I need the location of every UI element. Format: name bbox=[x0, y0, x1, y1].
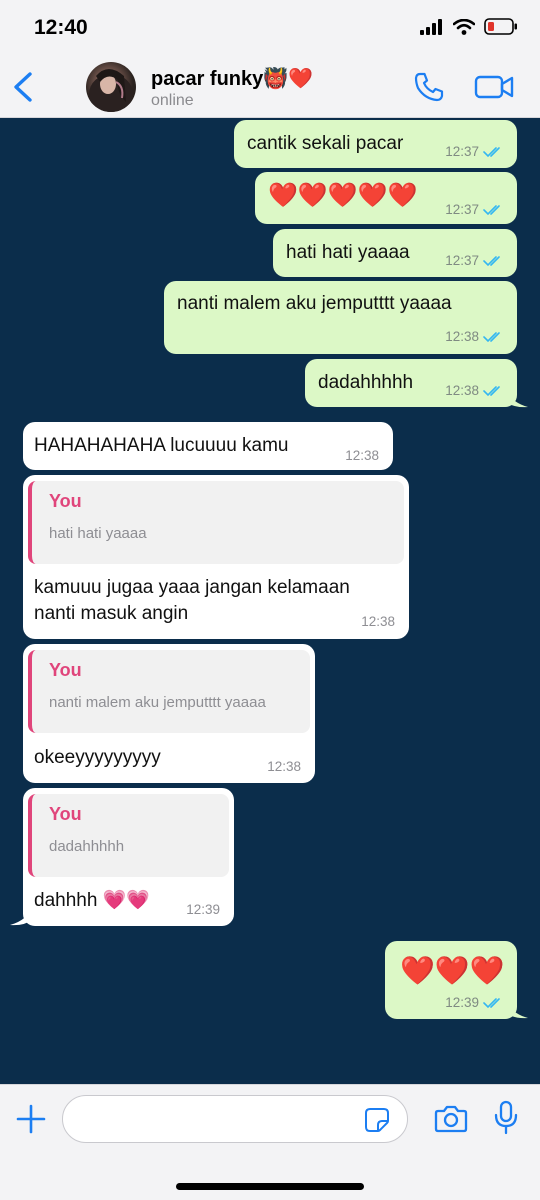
message-meta: 12:38 bbox=[267, 759, 301, 774]
read-receipt-icon bbox=[483, 385, 500, 396]
quoted-message[interactable]: You dadahhhhh bbox=[28, 794, 229, 877]
status-time: 12:40 bbox=[34, 16, 88, 39]
message-meta: 12:37 bbox=[445, 144, 505, 159]
message-meta: 12:38 bbox=[445, 383, 505, 398]
message-text: dahhhh 💗💗 bbox=[34, 890, 150, 911]
message-time: 12:39 bbox=[186, 902, 220, 917]
home-indicator bbox=[176, 1183, 364, 1190]
quoted-message[interactable]: You hati hati yaaaa bbox=[28, 481, 404, 564]
chat-area[interactable]: cantik sekali pacar 12:37 ❤️❤️❤️❤️❤️ 12:… bbox=[0, 118, 540, 1084]
video-camera-icon[interactable] bbox=[474, 73, 514, 101]
bubble-tail bbox=[10, 906, 32, 926]
message-meta: 12:39 bbox=[186, 902, 220, 917]
contact-status: online bbox=[151, 92, 194, 109]
message-emoji: ❤️❤️❤️❤️❤️ bbox=[268, 182, 418, 209]
plus-icon[interactable] bbox=[15, 1103, 47, 1135]
quoted-text: dadahhhhh bbox=[49, 838, 125, 855]
wifi-icon bbox=[453, 18, 475, 35]
status-icons bbox=[420, 18, 518, 35]
message-text: cantik sekali pacar bbox=[247, 133, 404, 154]
outgoing-message[interactable]: nanti malem aku jemputttt yaaaa 12:38 bbox=[164, 281, 517, 354]
message-time: 12:39 bbox=[445, 995, 479, 1010]
phone-icon[interactable] bbox=[413, 71, 445, 103]
message-meta: 12:39 bbox=[445, 995, 505, 1010]
contact-name[interactable]: pacar funky👹❤️ bbox=[151, 66, 313, 91]
message-time: 12:37 bbox=[445, 202, 479, 217]
input-bar bbox=[0, 1084, 540, 1200]
message-meta: 12:38 bbox=[361, 614, 395, 629]
message-meta: 12:38 bbox=[345, 448, 379, 463]
outgoing-message[interactable]: dadahhhhh 12:38 bbox=[305, 359, 517, 407]
message-time: 12:38 bbox=[445, 329, 479, 344]
bubble-tail bbox=[506, 388, 528, 408]
quoted-author: You bbox=[49, 491, 82, 511]
avatar-photo bbox=[89, 69, 133, 112]
quoted-author: You bbox=[49, 660, 82, 680]
message-text: nanti malem aku jemputttt yaaaa bbox=[177, 293, 452, 314]
outgoing-message[interactable]: cantik sekali pacar 12:37 bbox=[234, 120, 517, 168]
message-meta: 12:38 bbox=[445, 329, 505, 344]
message-meta: 12:37 bbox=[445, 253, 505, 268]
sticker-icon[interactable] bbox=[364, 1107, 390, 1133]
bubble-tail bbox=[506, 999, 528, 1019]
battery-icon bbox=[484, 18, 517, 35]
quoted-message[interactable]: You nanti malem aku jemputttt yaaaa bbox=[28, 650, 310, 733]
chat-header: pacar funky👹❤️ online bbox=[0, 56, 540, 118]
message-text: dadahhhhh bbox=[318, 372, 414, 393]
outgoing-message[interactable]: ❤️❤️❤️ 12:39 bbox=[385, 941, 517, 1019]
read-receipt-icon bbox=[483, 997, 500, 1008]
read-receipt-icon bbox=[483, 204, 500, 215]
outgoing-message[interactable]: ❤️❤️❤️❤️❤️ 12:37 bbox=[255, 172, 517, 224]
message-time: 12:38 bbox=[361, 614, 395, 629]
message-input[interactable] bbox=[62, 1095, 408, 1143]
microphone-icon[interactable] bbox=[494, 1100, 518, 1136]
incoming-message[interactable]: HAHAHAHAHA lucuuuu kamu 12:38 bbox=[23, 422, 393, 470]
read-receipt-icon bbox=[483, 255, 500, 266]
quoted-author: You bbox=[49, 804, 82, 824]
quoted-text: hati hati yaaaa bbox=[49, 525, 147, 542]
incoming-message[interactable]: You hati hati yaaaa kamuuu jugaa yaaa ja… bbox=[23, 475, 409, 639]
chevron-left-icon[interactable] bbox=[10, 70, 38, 104]
camera-icon[interactable] bbox=[434, 1104, 468, 1134]
status-bar: 12:40 bbox=[0, 0, 540, 56]
read-receipt-icon bbox=[483, 331, 500, 342]
message-meta: 12:37 bbox=[445, 202, 505, 217]
message-time: 12:38 bbox=[267, 759, 301, 774]
message-text-line: nanti masuk angin bbox=[34, 603, 189, 624]
message-text-line: kamuuu jugaa yaaa jangan kelamaan bbox=[34, 577, 350, 598]
message-emoji: ❤️❤️❤️ bbox=[400, 955, 505, 986]
signal-icon bbox=[420, 18, 442, 35]
message-time: 12:38 bbox=[445, 383, 479, 398]
read-receipt-icon bbox=[483, 146, 500, 157]
message-text: okeeyyyyyyyyy bbox=[34, 747, 161, 768]
message-text: HAHAHAHAHA lucuuuu kamu bbox=[34, 435, 289, 456]
message-time: 12:37 bbox=[445, 253, 479, 268]
incoming-message[interactable]: You dadahhhhh dahhhh 💗💗 12:39 bbox=[23, 788, 234, 926]
incoming-message[interactable]: You nanti malem aku jemputttt yaaaa okee… bbox=[23, 644, 315, 783]
quoted-text: nanti malem aku jemputttt yaaaa bbox=[49, 694, 266, 711]
message-text: hati hati yaaaa bbox=[286, 242, 410, 263]
outgoing-message[interactable]: hati hati yaaaa 12:37 bbox=[273, 229, 517, 277]
message-time: 12:38 bbox=[345, 448, 379, 463]
message-time: 12:37 bbox=[445, 144, 479, 159]
avatar[interactable] bbox=[86, 62, 136, 112]
